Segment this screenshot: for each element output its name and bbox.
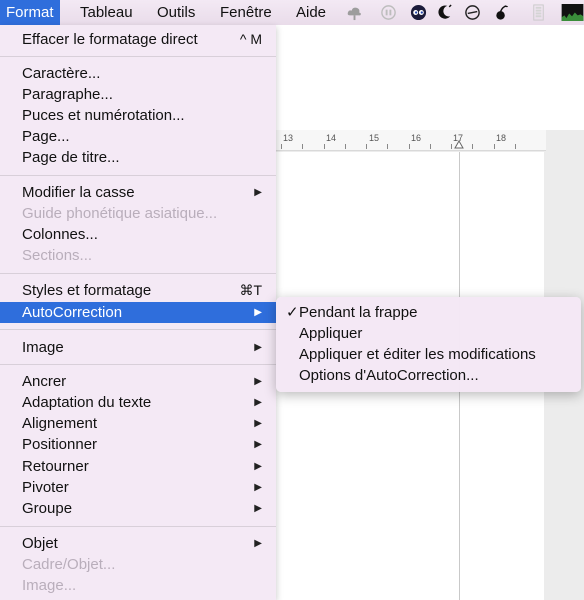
menu-item-label: Cadre/Objet... bbox=[22, 556, 116, 573]
menu-separator bbox=[0, 526, 276, 527]
menu-aide[interactable]: Aide bbox=[290, 0, 332, 25]
menu-item-label: Ancrer bbox=[22, 373, 67, 390]
menu-item-ancrer[interactable]: Ancrer ▶ bbox=[0, 371, 276, 392]
shortcut-label: ^ M bbox=[239, 31, 262, 47]
submenu-item-options[interactable]: Options d'AutoCorrection... bbox=[276, 365, 581, 386]
menu-item-label: Page de titre... bbox=[22, 149, 120, 166]
submenu-arrow-icon: ▶ bbox=[254, 342, 262, 353]
menu-item-label: Image bbox=[22, 339, 64, 356]
menu-item-label: Pivoter bbox=[22, 479, 69, 496]
eye-icon[interactable] bbox=[410, 4, 427, 21]
menu-item-label: Image... bbox=[22, 577, 77, 594]
autocorrection-submenu: ✓ Pendant la frappe Appliquer Appliquer … bbox=[276, 297, 581, 392]
moon-icon[interactable] bbox=[436, 4, 453, 21]
submenu-item-appliquer[interactable]: Appliquer bbox=[276, 323, 581, 344]
indent-marker-icon[interactable] bbox=[454, 140, 464, 149]
submenu-item-appliquer-editer[interactable]: Appliquer et éditer les modifications bbox=[276, 344, 581, 365]
menu-item-cadre-objet: Cadre/Objet... bbox=[0, 554, 276, 575]
menu-item-sections: Sections... bbox=[0, 245, 276, 266]
sync-icon[interactable] bbox=[380, 4, 397, 21]
menu-item-label: Caractère... bbox=[22, 65, 101, 82]
menu-fenetre[interactable]: Fenêtre bbox=[214, 0, 278, 25]
menu-item-retourner[interactable]: Retourner ▶ bbox=[0, 456, 276, 477]
menu-item-label: Effacer le formatage direct bbox=[22, 31, 198, 48]
submenu-arrow-icon: ▶ bbox=[254, 187, 262, 198]
battery-icon[interactable] bbox=[530, 4, 547, 21]
menu-item-label: Sections... bbox=[22, 247, 93, 264]
menu-item-adaptation[interactable]: Adaptation du texte ▶ bbox=[0, 392, 276, 413]
horizontal-ruler[interactable]: 13 14 15 16 17 18 bbox=[276, 130, 546, 151]
menu-item-page-de-titre[interactable]: Page de titre... bbox=[0, 147, 276, 168]
menu-item-label: Options d'AutoCorrection... bbox=[299, 367, 479, 384]
menu-item-alignement[interactable]: Alignement ▶ bbox=[0, 413, 276, 434]
ruler-number: 14 bbox=[326, 133, 337, 143]
menu-separator bbox=[0, 273, 276, 274]
submenu-item-pendant-la-frappe[interactable]: ✓ Pendant la frappe bbox=[276, 302, 581, 323]
menu-item-image-disabled: Image... bbox=[0, 575, 276, 596]
menu-separator bbox=[0, 175, 276, 176]
shortcut-label: ⌘T bbox=[239, 282, 262, 298]
menu-item-label: AutoCorrection bbox=[22, 304, 123, 321]
menu-item-modifier-casse[interactable]: Modifier la casse ▶ bbox=[0, 182, 276, 203]
submenu-arrow-icon: ▶ bbox=[254, 307, 262, 318]
submenu-arrow-icon: ▶ bbox=[254, 439, 262, 450]
cpu-graph-icon[interactable] bbox=[561, 4, 584, 21]
menu-item-groupe[interactable]: Groupe ▶ bbox=[0, 498, 276, 519]
menu-item-label: Appliquer bbox=[299, 325, 363, 342]
menu-item-label: Appliquer et éditer les modifications bbox=[299, 346, 536, 363]
submenu-arrow-icon: ▶ bbox=[254, 482, 262, 493]
menu-item-label: Pendant la frappe bbox=[299, 304, 418, 321]
submenu-arrow-icon: ▶ bbox=[254, 376, 262, 387]
menu-item-label: Guide phonétique asiatique... bbox=[22, 205, 218, 222]
menu-item-caractere[interactable]: Caractère... bbox=[0, 63, 276, 84]
menu-item-label: Retourner bbox=[22, 458, 89, 475]
submenu-arrow-icon: ▶ bbox=[254, 538, 262, 549]
menu-item-label: Modifier la casse bbox=[22, 184, 135, 201]
checkmark-icon: ✓ bbox=[286, 304, 299, 321]
menu-separator bbox=[0, 56, 276, 57]
document-area-top bbox=[276, 25, 584, 130]
menu-item-label: Alignement bbox=[22, 415, 98, 432]
menu-bar: Format Tableau Outils Fenêtre Aide bbox=[0, 0, 584, 25]
menu-item-objet[interactable]: Objet ▶ bbox=[0, 533, 276, 554]
menu-item-label: Puces et numérotation... bbox=[22, 107, 185, 124]
menu-item-label: Paragraphe... bbox=[22, 86, 113, 103]
menu-item-paragraphe[interactable]: Paragraphe... bbox=[0, 84, 276, 105]
menu-item-positionner[interactable]: Positionner ▶ bbox=[0, 434, 276, 455]
menu-item-label: Groupe bbox=[22, 500, 73, 517]
menu-item-label: Page... bbox=[22, 128, 70, 145]
menu-item-label: Colonnes... bbox=[22, 226, 98, 243]
menu-separator bbox=[0, 329, 276, 330]
menu-item-clear-formatting[interactable]: Effacer le formatage direct ^ M bbox=[0, 29, 276, 50]
submenu-arrow-icon: ▶ bbox=[254, 503, 262, 514]
menu-item-puces[interactable]: Puces et numérotation... bbox=[0, 105, 276, 126]
ruler-number: 16 bbox=[411, 133, 422, 143]
menu-item-page[interactable]: Page... bbox=[0, 126, 276, 147]
menu-item-label: Styles et formatage bbox=[22, 282, 152, 299]
menu-item-autocorrection[interactable]: AutoCorrection ▶ bbox=[0, 302, 276, 323]
menu-item-pivoter[interactable]: Pivoter ▶ bbox=[0, 477, 276, 498]
ruler-number: 18 bbox=[496, 133, 507, 143]
menu-item-image[interactable]: Image ▶ bbox=[0, 337, 276, 358]
menu-item-guide-phonetique: Guide phonétique asiatique... bbox=[0, 203, 276, 224]
menu-item-label: Objet bbox=[22, 535, 58, 552]
ruler-number: 13 bbox=[283, 133, 294, 143]
menu-item-label: Positionner bbox=[22, 436, 98, 453]
format-menu: Effacer le formatage direct ^ M Caractèr… bbox=[0, 25, 276, 600]
submenu-arrow-icon: ▶ bbox=[254, 397, 262, 408]
submenu-arrow-icon: ▶ bbox=[254, 461, 262, 472]
menu-outils[interactable]: Outils bbox=[151, 0, 201, 25]
menu-item-label: Adaptation du texte bbox=[22, 394, 152, 411]
menu-format[interactable]: Format bbox=[0, 0, 60, 25]
menu-item-styles[interactable]: Styles et formatage ⌘T bbox=[0, 280, 276, 301]
menu-item-colonnes[interactable]: Colonnes... bbox=[0, 224, 276, 245]
ruler-number: 15 bbox=[369, 133, 380, 143]
cherry-icon[interactable] bbox=[493, 4, 510, 21]
submenu-arrow-icon: ▶ bbox=[254, 418, 262, 429]
menu-separator bbox=[0, 364, 276, 365]
cloud-icon[interactable] bbox=[346, 4, 363, 21]
timer-icon[interactable] bbox=[464, 4, 481, 21]
menu-tableau[interactable]: Tableau bbox=[74, 0, 139, 25]
